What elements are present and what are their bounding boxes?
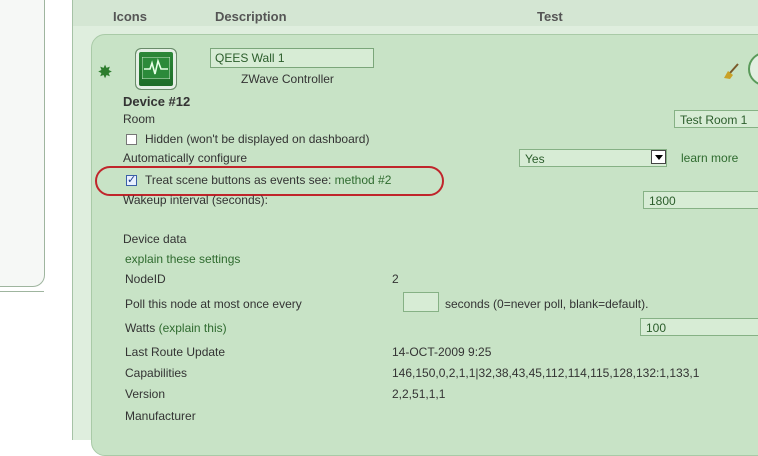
learn-more-link[interactable]: learn more [681, 151, 738, 165]
watts-input[interactable]: 100 [640, 318, 758, 336]
wakeup-label: Wakeup interval (seconds): [123, 193, 268, 207]
last-route-label: Last Route Update [125, 345, 226, 359]
device-pulse-icon[interactable] [135, 48, 177, 90]
device-number: Device #12 [123, 94, 191, 109]
auto-config-label: Automatically configure [123, 151, 248, 165]
device-data-heading: Device data [123, 232, 187, 246]
sidebar-divider [0, 291, 44, 292]
header-description: Description [215, 9, 287, 24]
watts-label: Watts (explain this) [125, 321, 227, 335]
poll-hint: seconds (0=never poll, blank=default). [445, 297, 649, 311]
device-type: ZWave Controller [241, 72, 334, 86]
capabilities-label: Capabilities [125, 366, 188, 380]
device-name-input[interactable] [210, 48, 374, 68]
hidden-checkbox[interactable] [126, 134, 137, 145]
room-select[interactable]: Test Room 1 [674, 110, 758, 128]
left-sidebar-panel [0, 0, 45, 287]
nodeid-label: NodeID [125, 272, 166, 286]
dropdown-arrow-icon[interactable] [651, 150, 666, 164]
auto-config-select[interactable]: Yes [519, 149, 667, 167]
watts-label-text: Watts [125, 321, 156, 335]
watts-explain-link[interactable]: (explain this) [159, 321, 227, 335]
nodeid-value: 2 [392, 272, 399, 286]
broom-icon[interactable] [722, 62, 740, 80]
room-label: Room [123, 112, 156, 126]
last-route-value: 14-OCT-2009 9:25 [392, 345, 492, 359]
header-test: Test [537, 9, 563, 24]
poll-input[interactable] [403, 292, 439, 312]
hidden-label: Hidden (won't be displayed on dashboard) [145, 132, 370, 146]
capabilities-value: 146,150,0,2,1,1|32,38,43,45,112,114,115,… [392, 366, 700, 380]
header-icons: Icons [113, 9, 147, 24]
wakeup-input[interactable]: 1800 [643, 191, 758, 209]
version-label: Version [125, 387, 166, 401]
gear-icon[interactable]: ✸ [97, 63, 113, 81]
explain-settings-link[interactable]: explain these settings [125, 252, 240, 266]
table-header: Icons Description Test [73, 0, 758, 26]
version-value: 2,2,51,1,1 [392, 387, 446, 401]
poll-label: Poll this node at most once every [125, 297, 302, 311]
highlight-annotation [95, 166, 444, 196]
manufacturer-label: Manufacturer [125, 409, 196, 423]
